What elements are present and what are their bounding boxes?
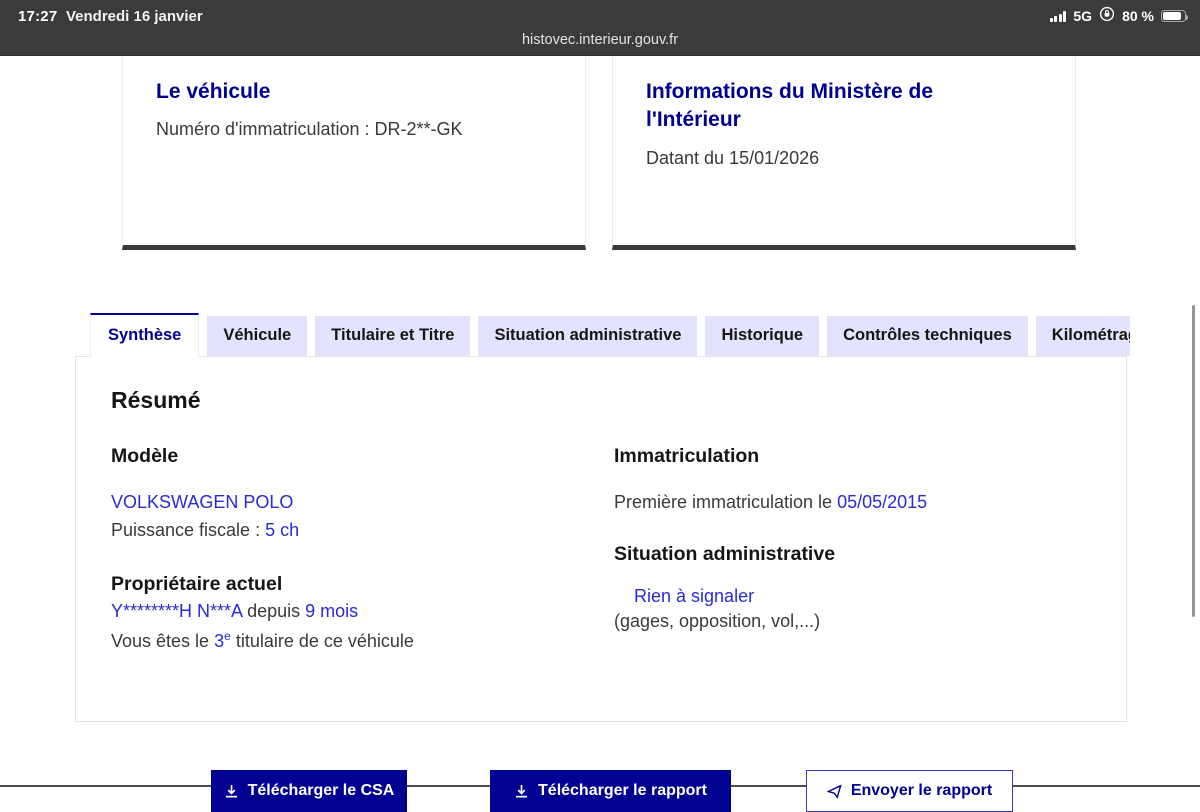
vehicle-card: Le véhicule Numéro d'immatriculation : D… [122, 56, 586, 250]
tab-kilometrage[interactable]: Kilométrage [1035, 316, 1130, 356]
holder-rank-line: Vous êtes le 3e titulaire de ce véhicule [111, 629, 591, 652]
registration-heading: Immatriculation [614, 445, 760, 467]
owner-heading: Propriétaire actuel [111, 573, 283, 595]
situation-status: Rien à signaler [634, 586, 755, 606]
report-tabs: Synthèse Véhicule Titulaire et Titre Sit… [90, 313, 1130, 357]
holder-prefix: Vous êtes le [111, 631, 210, 651]
vehicle-card-title: Le véhicule [156, 80, 271, 103]
first-registration-label: Première immatriculation le [614, 492, 833, 512]
send-icon [826, 783, 842, 799]
owner-since-label: depuis [247, 601, 301, 621]
download-icon [225, 784, 237, 797]
tab-controles-techniques[interactable]: Contrôles techniques [827, 316, 1028, 356]
summary-right-column: Immatriculation Première immatriculation… [614, 445, 1094, 632]
holder-rank: 3e [214, 629, 231, 651]
download-csa-label: Télécharger le CSA [247, 782, 395, 799]
status-date: Vendredi 16 janvier [66, 8, 203, 25]
page-scrollbar-thumb[interactable] [1192, 305, 1195, 617]
download-report-button[interactable]: Télécharger le rapport [490, 770, 731, 812]
fiscal-power-label: Puissance fiscale : [111, 520, 261, 540]
clock: 17:27 [18, 8, 58, 25]
summary-left-column: Modèle VOLKSWAGEN POLO Puissance fiscale… [111, 445, 591, 652]
address-bar[interactable]: histovec.interieur.gouv.fr [0, 32, 1200, 48]
owner-line: Y********H N***A depuis 9 mois [111, 601, 591, 622]
owner-masked-name: Y********H N***A [111, 601, 243, 621]
model-heading: Modèle [111, 445, 179, 467]
ministry-card-title: Informations du Ministère de l'Intérieur [646, 80, 934, 132]
send-report-label: Envoyer le rapport [850, 782, 993, 799]
owner-since-value: 9 mois [305, 601, 359, 621]
rotation-lock-icon [1099, 6, 1115, 27]
summary-heading: Résumé [111, 387, 201, 413]
ios-status-bar: 17:27 Vendredi 16 janvier 5G 80 % histov… [0, 0, 1200, 56]
situation-heading: Situation administrative [614, 543, 836, 565]
ministry-card-body: Datant du 15/01/2026 [646, 147, 820, 168]
ministry-card: Informations du Ministère de l'Intérieur… [612, 56, 1076, 250]
status-icons: 5G 80 % [1049, 6, 1188, 27]
signal-bars-icon [1049, 10, 1067, 22]
network-type: 5G [1073, 8, 1093, 24]
send-report-button[interactable]: Envoyer le rapport [806, 770, 1013, 812]
first-registration-line: Première immatriculation le 05/05/2015 [614, 492, 1094, 513]
download-icon [515, 784, 528, 797]
first-registration-date: 05/05/2015 [837, 492, 928, 512]
download-csa-button[interactable]: Télécharger le CSA [211, 770, 407, 812]
battery-icon [1161, 10, 1188, 22]
vehicle-card-body: Numéro d'immatriculation : DR-2**-GK [156, 119, 463, 140]
tab-situation-administrative[interactable]: Situation administrative [478, 316, 698, 356]
tab-vehicule[interactable]: Véhicule [207, 316, 308, 356]
tab-titulaire-et-titre[interactable]: Titulaire et Titre [315, 316, 471, 356]
tab-historique[interactable]: Historique [705, 316, 820, 356]
situation-note: (gages, opposition, vol,...) [614, 611, 821, 631]
fiscal-power-line: Puissance fiscale : 5 ch [111, 520, 591, 541]
tab-synthese[interactable]: Synthèse [90, 313, 200, 357]
holder-suffix: titulaire de ce véhicule [235, 631, 414, 651]
synthese-panel: Résumé Modèle VOLKSWAGEN POLO Puissance … [75, 356, 1127, 722]
download-report-label: Télécharger le rapport [538, 782, 707, 799]
fiscal-power-value: 5 ch [265, 520, 300, 540]
battery-percent: 80 % [1122, 8, 1154, 24]
model-name: VOLKSWAGEN POLO [111, 492, 294, 512]
